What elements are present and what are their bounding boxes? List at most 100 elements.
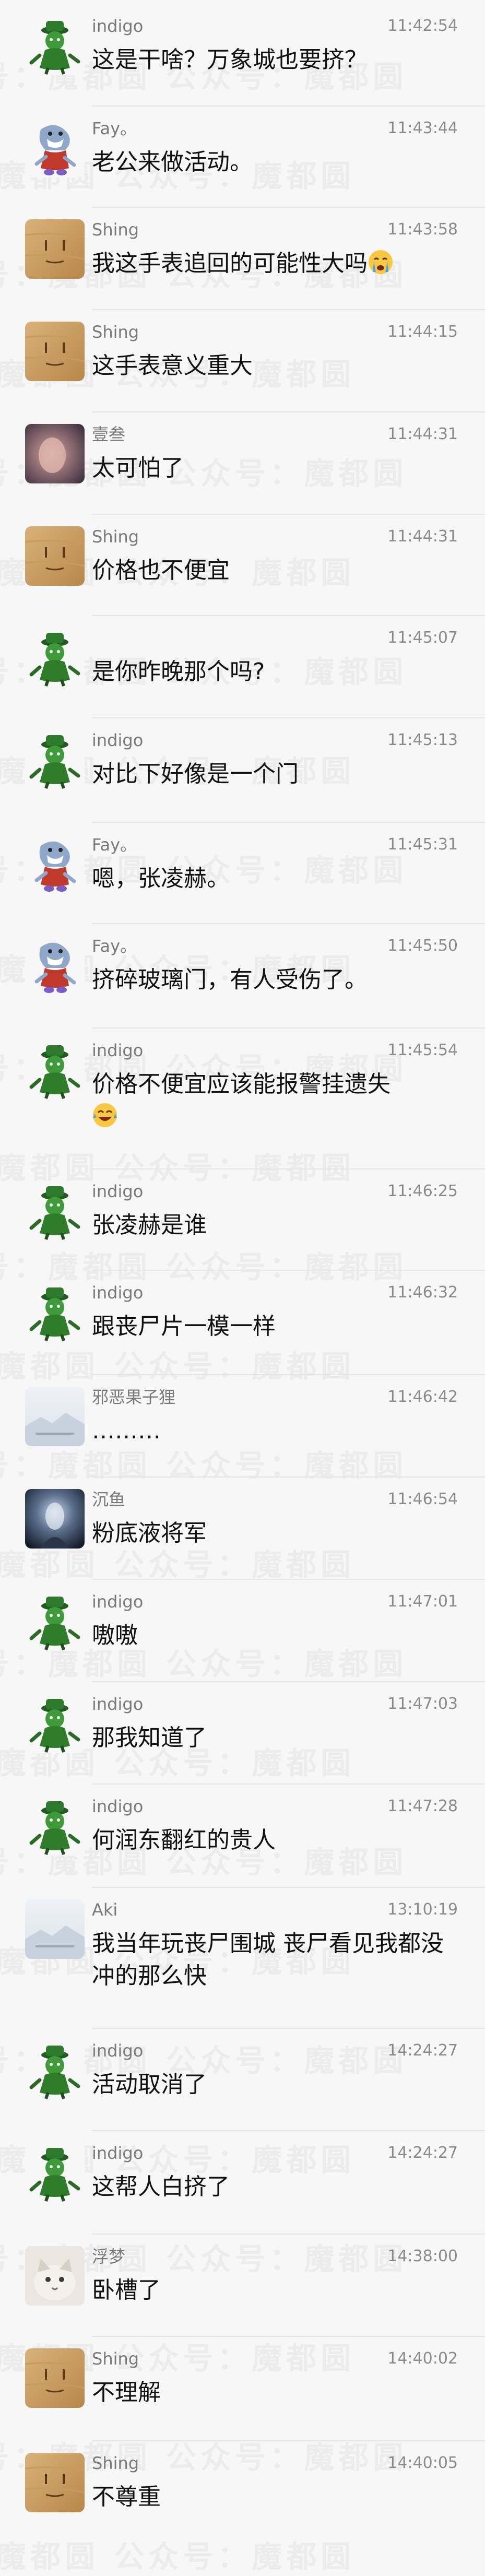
message-text-content: 这是干啥？万象城也要挤？ [92, 46, 368, 73]
shark-character-icon[interactable] [25, 834, 85, 894]
message-timestamp: 11:47:01 [387, 1592, 458, 1611]
sender-name: Shing [92, 527, 139, 547]
dark-photo-icon[interactable] [25, 1489, 85, 1549]
message-timestamp: 13:10:19 [387, 1900, 458, 1919]
message-timestamp: 11:45:13 [387, 731, 458, 749]
message-divider [92, 2130, 485, 2131]
message-timestamp: 14:38:00 [387, 2247, 458, 2265]
wooden-face-icon[interactable] [25, 322, 85, 381]
message-text: 是你昨晚那个吗? [92, 656, 452, 688]
message-text-content: 那我知道了 [92, 1724, 207, 1751]
message-text: 这是干啥？万象城也要挤？ [92, 44, 452, 76]
sender-name: Shing [92, 322, 139, 342]
message-text-content: 不理解 [92, 2379, 161, 2406]
green-character-icon[interactable] [25, 16, 85, 75]
message-timestamp: 11:42:54 [387, 17, 458, 35]
message-text: 张凌赫是谁 [92, 1209, 452, 1242]
message-divider [92, 411, 485, 412]
sender-name: Shing [92, 220, 139, 240]
sender-name: 沉鱼 [92, 1490, 126, 1509]
message-timestamp: 11:46:42 [387, 1388, 458, 1406]
message-text-content: 是你昨晚那个吗? [92, 658, 265, 685]
message-text: 这手表意义重大 [92, 350, 452, 382]
message-text-content: 我当年玩丧尸围城 丧尸看见我都没冲的那么快 [92, 1930, 444, 1989]
wooden-face-icon[interactable] [25, 2453, 85, 2512]
message-text: 卧槽了 [92, 2274, 452, 2307]
green-character-icon[interactable] [25, 2143, 85, 2202]
message-divider [92, 1681, 485, 1682]
green-character-icon[interactable] [25, 2040, 85, 2100]
sender-name: Fay。 [92, 835, 137, 855]
crying-face-emoji-icon [368, 249, 394, 275]
green-character-icon[interactable] [25, 1694, 85, 1753]
watermark-text: 号：魔都圆 公众号：魔都圆 [0, 2532, 355, 2576]
message-text: 嗷嗷 [92, 1620, 452, 1652]
message-timestamp: 11:43:44 [387, 119, 458, 137]
green-character-icon[interactable] [25, 1591, 85, 1651]
landscape-photo-icon[interactable] [25, 1387, 85, 1446]
sender-name: Shing [92, 2453, 139, 2473]
sender-name: indigo [92, 730, 144, 750]
message-divider [92, 309, 485, 310]
chat-message-list[interactable]: 号：魔都圆 公众号：魔都圆号：魔都圆 公众号：魔都圆号：魔都圆 公众号：魔都圆号… [0, 0, 485, 2574]
message-text: ……… [92, 1415, 452, 1447]
sender-name: 邪恶果子狸 [92, 1387, 176, 1407]
message-timestamp: 11:45:50 [387, 937, 458, 955]
message-timestamp: 11:45:07 [387, 629, 458, 647]
message-text: 不尊重 [92, 2481, 452, 2513]
landscape-photo-icon[interactable] [25, 1899, 85, 1959]
sender-name: indigo [92, 1592, 144, 1612]
sender-name: indigo [92, 16, 144, 36]
message-divider [92, 2234, 485, 2235]
message-timestamp: 14:40:05 [387, 2454, 458, 2472]
sender-name: indigo [92, 1797, 144, 1816]
blurred-photo-icon[interactable] [25, 424, 85, 483]
message-divider [92, 923, 485, 924]
watermark-text: 号：魔都圆 公众号：魔都圆 [0, 1441, 407, 1485]
wooden-face-icon[interactable] [25, 526, 85, 586]
message-divider [92, 1270, 485, 1271]
message-divider [92, 615, 485, 616]
green-character-icon[interactable] [25, 1181, 85, 1240]
shark-character-icon[interactable] [25, 936, 85, 995]
message-text-content: 这手表意义重大 [92, 352, 253, 379]
message-text-content: 我这手表追回的可能性大吗 [92, 250, 368, 277]
message-text: 挤碎玻璃门，有人受伤了。 [92, 964, 452, 996]
message-divider [92, 2028, 485, 2029]
message-text-content: 价格不便宜应该能报警挂遗失 [92, 1071, 391, 1097]
message-timestamp: 11:45:31 [387, 835, 458, 854]
message-timestamp: 11:44:15 [387, 323, 458, 341]
message-timestamp: 11:47:28 [387, 1797, 458, 1815]
message-timestamp: 11:46:25 [387, 1182, 458, 1200]
cat-photo-icon[interactable] [25, 2246, 85, 2306]
green-character-icon[interactable] [25, 1040, 85, 1100]
message-text: 跟丧尸片一模一样 [92, 1310, 452, 1343]
message-text: 对比下好像是一个门 [92, 758, 452, 790]
message-timestamp: 11:45:54 [387, 1041, 458, 1059]
message-divider [92, 1579, 485, 1580]
wooden-face-icon[interactable] [25, 2348, 85, 2408]
sender-name: Shing [92, 2349, 139, 2369]
message-timestamp: 11:46:32 [387, 1283, 458, 1302]
watermark-text: 号：魔都圆 公众号：魔都圆 [0, 1243, 407, 1286]
message-text: 老公来做活动。 [92, 146, 452, 179]
message-text-content: 跟丧尸片一模一样 [92, 1313, 276, 1340]
message-timestamp: 14:24:27 [387, 2041, 458, 2060]
message-text-content: 卧槽了 [92, 2277, 161, 2303]
message-text-content: 挤碎玻璃门，有人受伤了。 [92, 966, 368, 993]
message-text: 这帮人白挤了 [92, 2171, 452, 2203]
green-character-icon[interactable] [25, 1796, 85, 1856]
green-character-icon[interactable] [25, 628, 85, 687]
green-character-icon[interactable] [25, 1282, 85, 1342]
sender-name: 壹叁 [92, 424, 126, 444]
message-divider [92, 1027, 485, 1029]
message-text: 太可怕了 [92, 452, 452, 485]
message-text-content: 张凌赫是谁 [92, 1212, 207, 1238]
sender-name: Fay。 [92, 936, 137, 956]
message-divider [92, 1374, 485, 1375]
message-timestamp: 14:24:27 [387, 2144, 458, 2162]
shark-character-icon[interactable] [25, 118, 85, 178]
green-character-icon[interactable] [25, 730, 85, 789]
message-text-content: 老公来做活动。 [92, 149, 253, 175]
wooden-face-icon[interactable] [25, 219, 85, 279]
